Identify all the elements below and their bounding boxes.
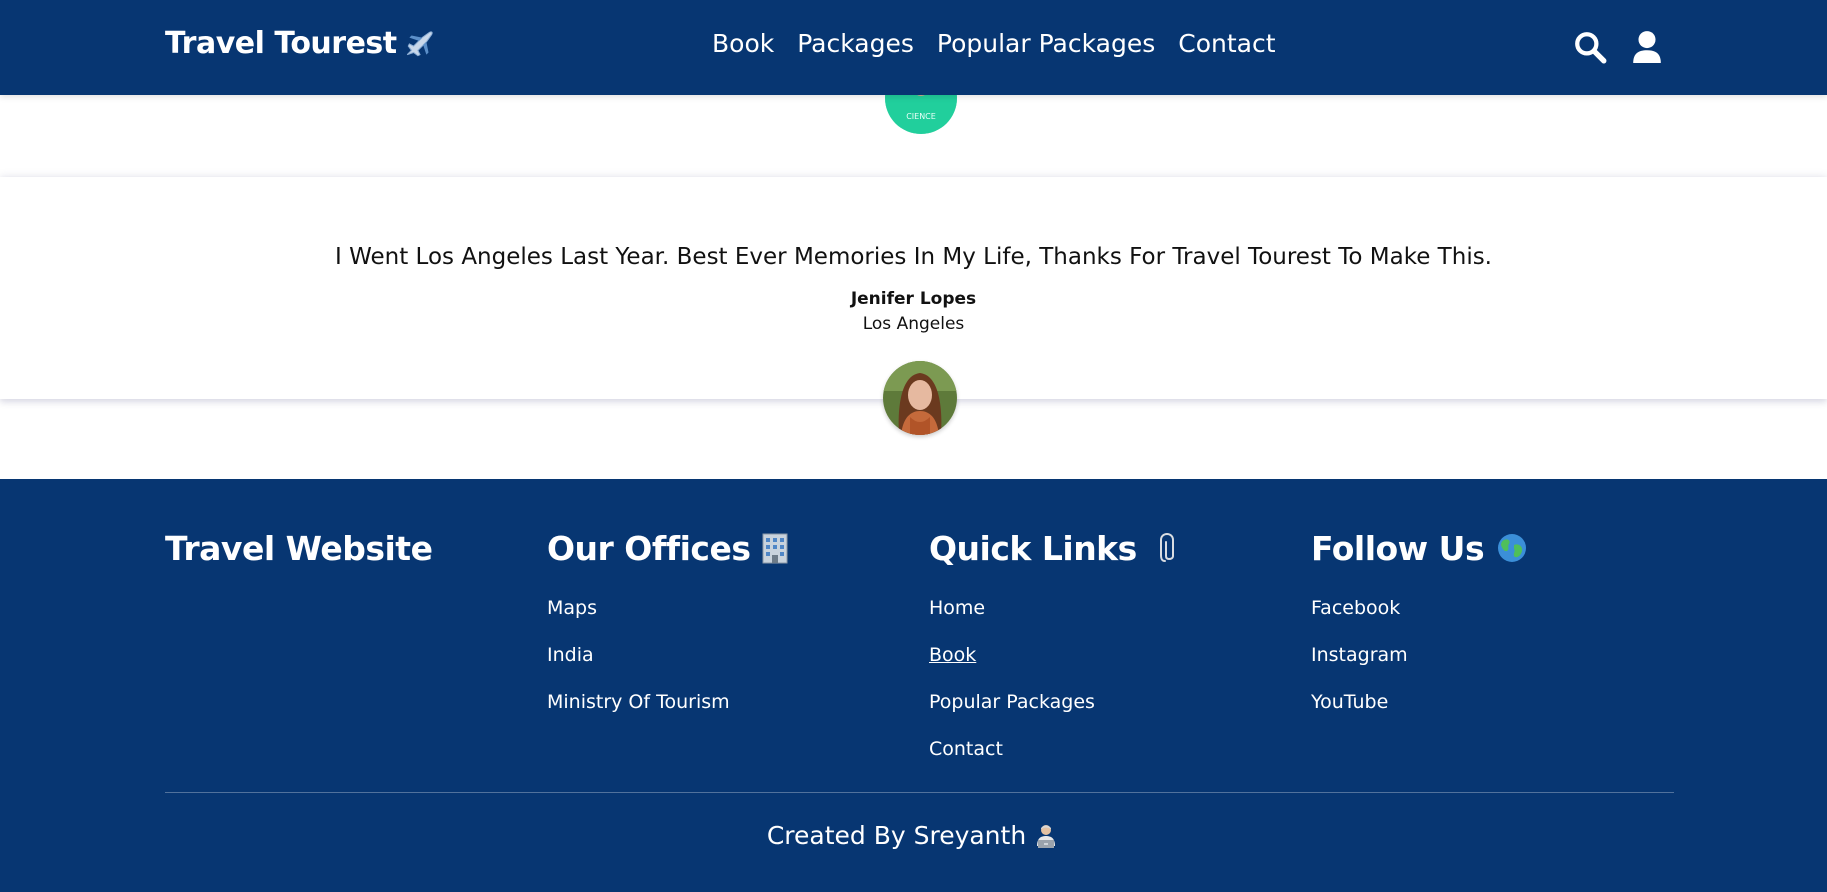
footer-link-ministry[interactable]: Ministry Of Tourism	[547, 691, 730, 713]
list-item: Popular Packages	[929, 691, 1185, 738]
testimonial-location: Los Angeles	[862, 314, 965, 334]
list-item: Facebook	[1311, 597, 1528, 644]
footer-quick-links-list: Home Book Popular Packages Contact	[929, 597, 1185, 785]
main-nav: Book Packages Popular Packages Contact	[712, 29, 1299, 58]
footer-col-brand: Travel Website	[165, 527, 433, 569]
list-item: Home	[929, 597, 1185, 644]
list-item: Contact	[929, 738, 1185, 785]
list-item: Book	[929, 644, 1185, 691]
footer-credit: Created By Sreyanth	[0, 821, 1827, 850]
footer-link-contact[interactable]: Contact	[929, 738, 1003, 760]
search-icon[interactable]	[1573, 30, 1607, 64]
footer-link-maps[interactable]: Maps	[547, 597, 597, 619]
footer-offices-title: Our Offices	[547, 528, 751, 568]
globe-icon	[1498, 534, 1527, 562]
footer-link-youtube[interactable]: YouTube	[1311, 691, 1388, 713]
top-navbar: Travel Tourest Book Packages Popular Pac…	[0, 0, 1827, 95]
site-footer: Travel Website Our Offices Maps India Mi…	[0, 479, 1827, 892]
footer-offices-list: Maps India Ministry Of Tourism	[547, 597, 792, 738]
logo-text: Travel Tourest	[165, 26, 397, 61]
testimonial-quote: I Went Los Angeles Last Year. Best Ever …	[335, 244, 1492, 270]
technologist-icon	[1037, 824, 1056, 848]
svg-text:CIENCE: CIENCE	[906, 112, 936, 121]
nav-book[interactable]: Book	[712, 29, 774, 58]
footer-col-offices: Our Offices Maps India Ministry Of Touri…	[547, 527, 792, 738]
footer-link-popular-packages[interactable]: Popular Packages	[929, 691, 1095, 713]
nav-packages[interactable]: Packages	[797, 29, 914, 58]
testimonial-avatar	[883, 361, 957, 435]
footer-credit-text: Created By Sreyanth	[766, 821, 1027, 850]
footer-brand-title: Travel Website	[165, 528, 433, 568]
footer-follow-title: Follow Us	[1311, 528, 1485, 568]
footer-quick-links-title: Quick Links	[929, 528, 1137, 568]
nav-contact[interactable]: Contact	[1178, 29, 1275, 58]
footer-link-book[interactable]: Book	[929, 644, 976, 666]
site-logo[interactable]: Travel Tourest	[165, 26, 437, 61]
footer-offices-heading: Our Offices	[547, 527, 792, 569]
footer-follow-heading: Follow Us	[1311, 527, 1528, 569]
list-item: Ministry Of Tourism	[547, 691, 792, 738]
footer-link-india[interactable]: India	[547, 644, 594, 666]
footer-follow-list: Facebook Instagram YouTube	[1311, 597, 1528, 738]
user-icon[interactable]	[1630, 30, 1664, 64]
footer-col-quick-links: Quick Links Home Book Popular Packages C…	[929, 527, 1185, 785]
list-item: Maps	[547, 597, 792, 644]
footer-quick-links-heading: Quick Links	[929, 527, 1185, 569]
list-item: Instagram	[1311, 644, 1528, 691]
footer-link-home[interactable]: Home	[929, 597, 985, 619]
testimonial-author: Jenifer Lopes	[850, 289, 977, 309]
footer-link-instagram[interactable]: Instagram	[1311, 644, 1408, 666]
footer-link-facebook[interactable]: Facebook	[1311, 597, 1400, 619]
woman-portrait-icon	[883, 361, 957, 435]
footer-col-follow: Follow Us Facebook Instagram YouTube	[1311, 527, 1528, 738]
nav-popular-packages[interactable]: Popular Packages	[937, 29, 1155, 58]
footer-divider	[165, 792, 1674, 793]
list-item: India	[547, 644, 792, 691]
airplane-icon	[406, 30, 433, 56]
office-building-icon	[762, 533, 788, 564]
paperclip-icon	[1159, 532, 1174, 562]
list-item: YouTube	[1311, 691, 1528, 738]
